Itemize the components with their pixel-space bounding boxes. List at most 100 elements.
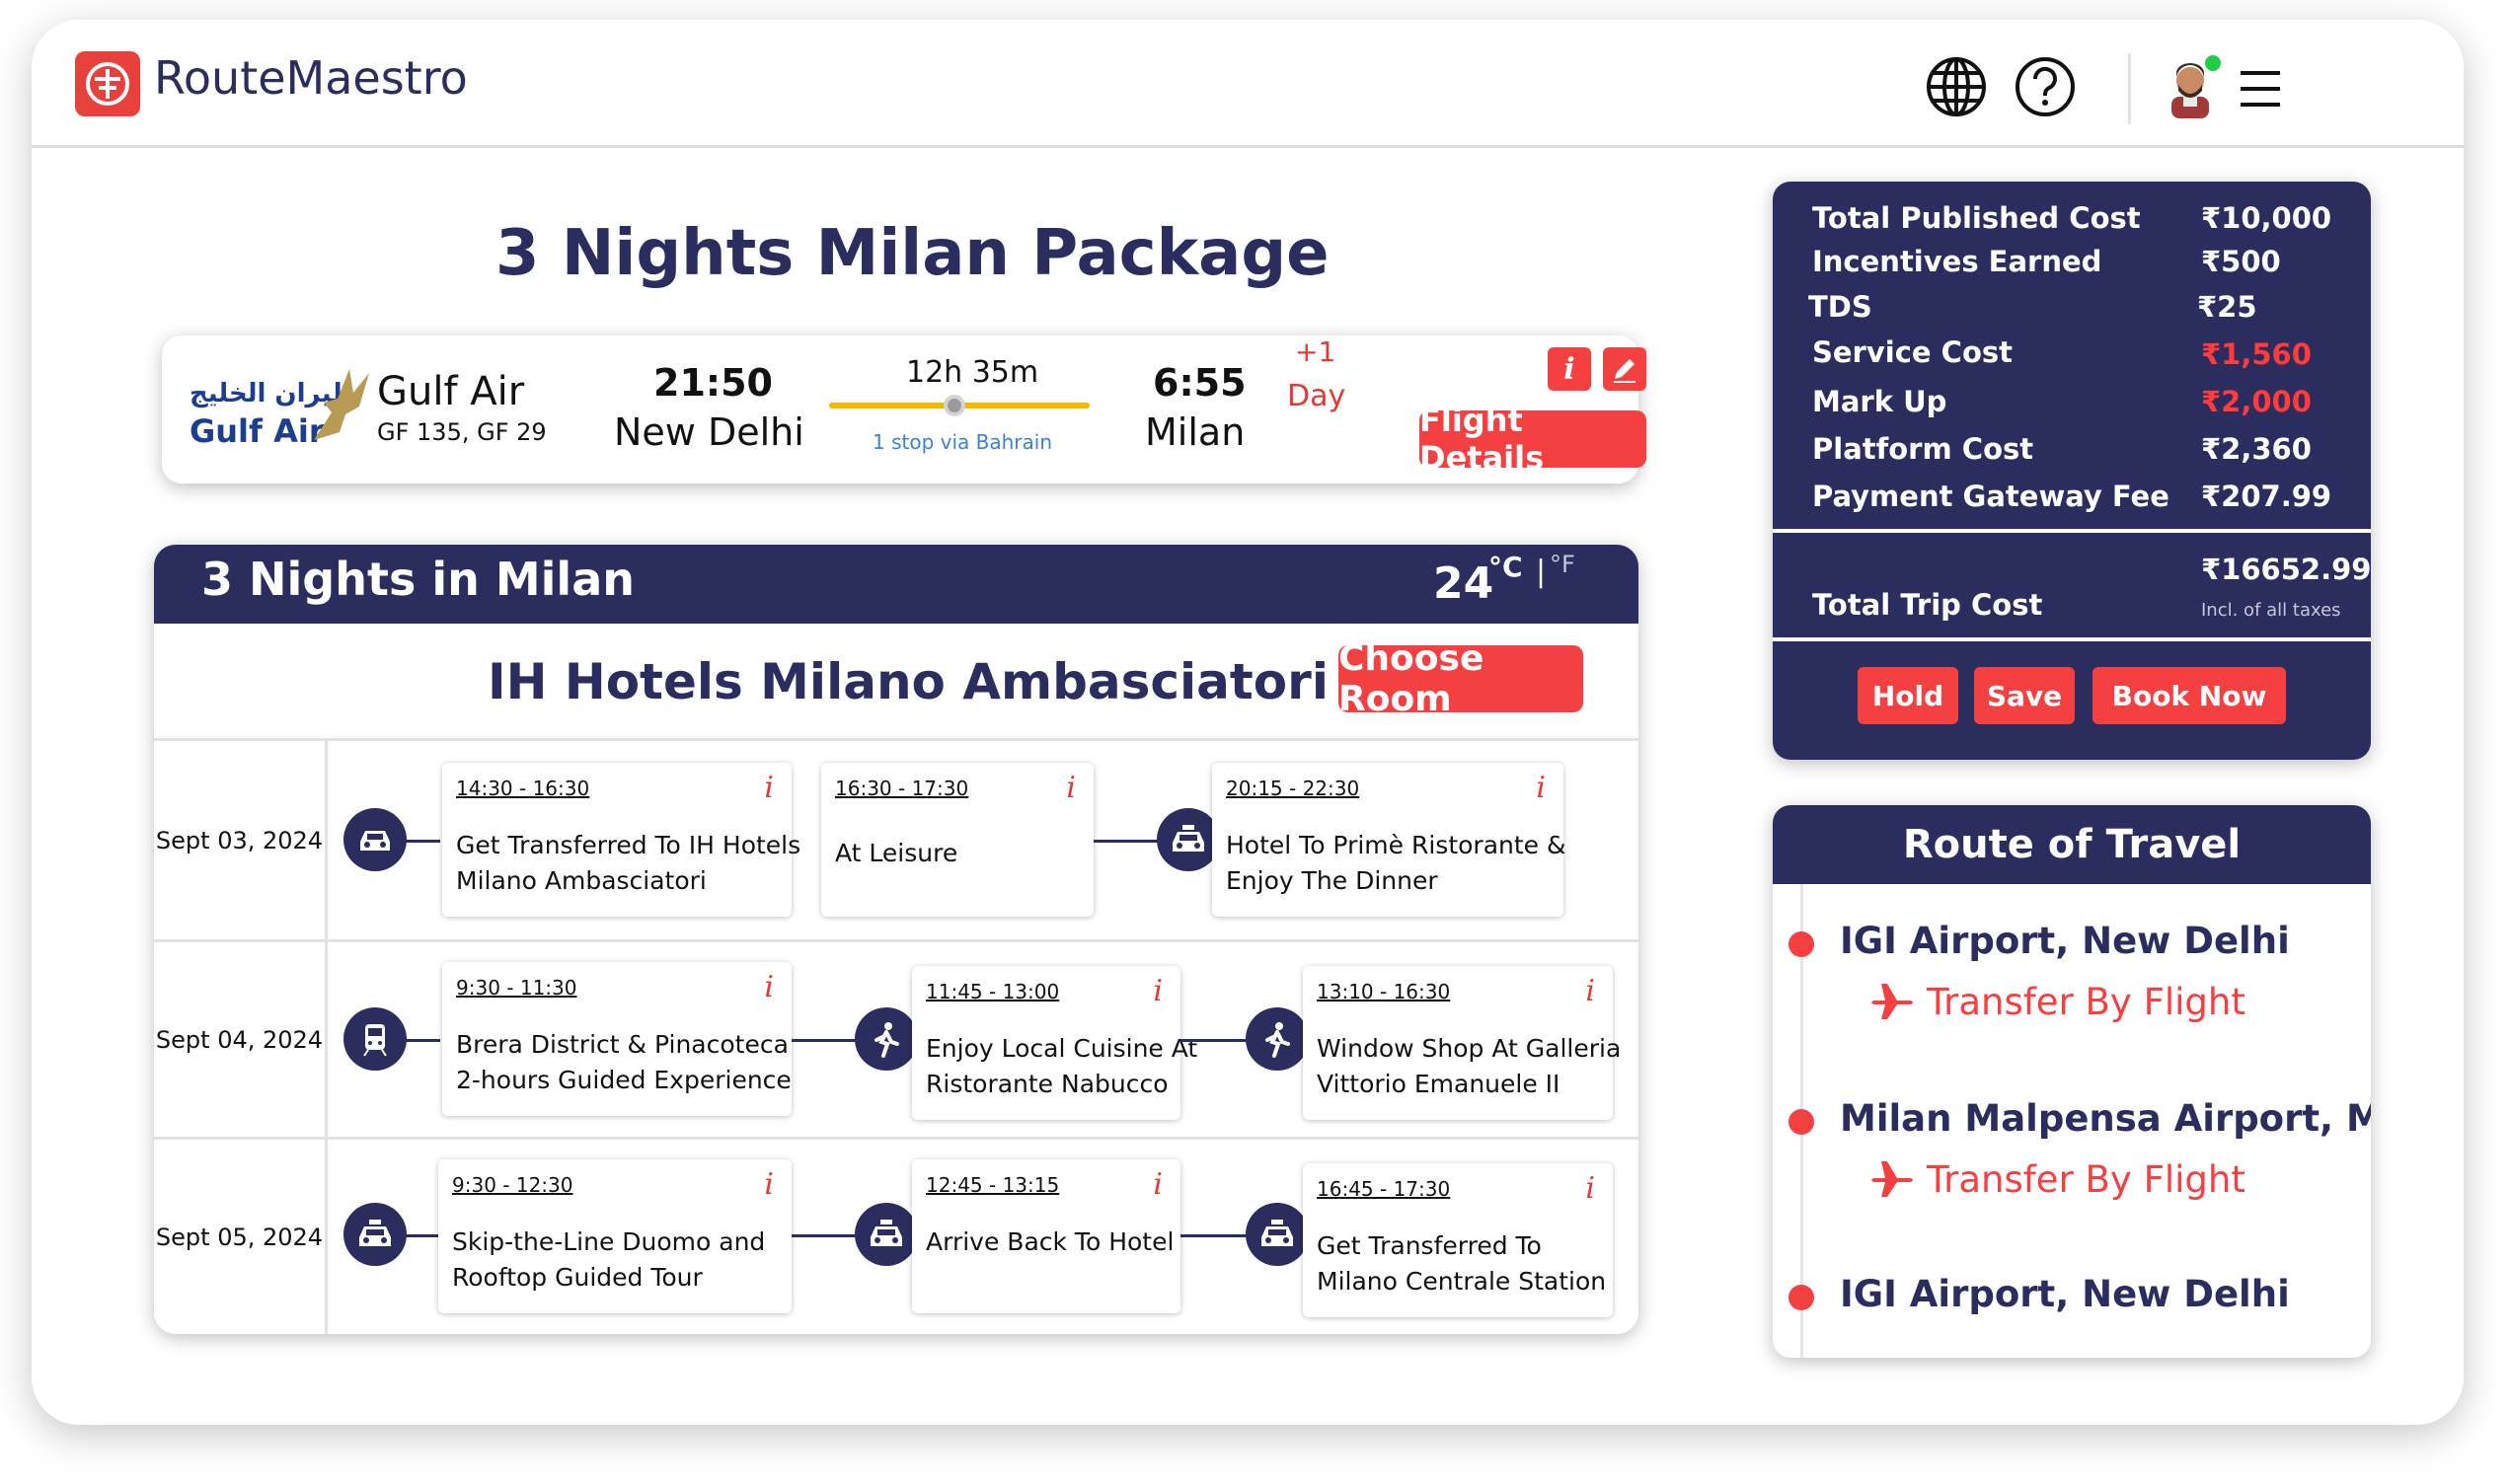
activity-info-icon[interactable]: i bbox=[1066, 771, 1076, 805]
depart-time: 21:50 bbox=[653, 361, 773, 405]
arrive-time: 6:55 bbox=[1153, 361, 1247, 405]
route-transfer-label: Transfer By Flight bbox=[1927, 981, 2245, 1023]
avatar[interactable] bbox=[2158, 53, 2223, 118]
activity-card[interactable]: 14:30 - 16:30 i Get Transferred To IH Ho… bbox=[442, 763, 800, 917]
cost-value: ₹2,000 bbox=[2201, 385, 2312, 418]
activity-description-line1: Arrive Back To Hotel bbox=[926, 1227, 1175, 1256]
cost-label: Platform Cost bbox=[1812, 432, 2034, 466]
route-title: Route of Travel bbox=[1902, 822, 2242, 867]
activity-card[interactable]: 9:30 - 11:30 i Brera District & Pinacote… bbox=[442, 962, 792, 1116]
routemaestro-logo-icon[interactable] bbox=[75, 51, 140, 116]
activity-description-line1: Enjoy Local Cuisine At bbox=[926, 1034, 1198, 1063]
edit-flight-button[interactable] bbox=[1603, 347, 1646, 391]
save-button[interactable]: Save bbox=[1974, 667, 2075, 724]
activity-card[interactable]: 20:15 - 22:30 i Hotel To Primè Ristorant… bbox=[1212, 763, 1565, 917]
activity-description-line2: 2-hours Guided Experience bbox=[456, 1066, 792, 1094]
day-offset: +1 bbox=[1295, 335, 1336, 368]
day-date: Sept 05, 2024 bbox=[154, 1140, 328, 1334]
activity-info-icon[interactable]: i bbox=[764, 970, 774, 1004]
activity-description-line1: Get Transferred To bbox=[1317, 1231, 1542, 1260]
taxi-icon bbox=[1246, 1203, 1309, 1266]
activity-info-icon[interactable]: i bbox=[1585, 1171, 1595, 1206]
brand-name[interactable]: RouteMaestro bbox=[154, 51, 468, 105]
taxi-icon bbox=[343, 1203, 407, 1266]
cost-value: ₹207.99 bbox=[2201, 480, 2332, 513]
stay-title: 3 Nights in Milan bbox=[201, 553, 635, 606]
activity-description-line2: Milano Ambasciatori bbox=[456, 866, 707, 895]
menu-icon[interactable] bbox=[2237, 67, 2284, 111]
activity-card[interactable]: 16:30 - 17:30 i At Leisure bbox=[821, 763, 1094, 917]
activity-info-icon[interactable]: i bbox=[764, 771, 774, 805]
route-stop-name: IGI Airport, New Delhi bbox=[1840, 920, 2290, 962]
temperature-value: 24 bbox=[1433, 558, 1494, 609]
flight-details-button[interactable]: Flight Details bbox=[1419, 402, 1646, 477]
cost-label: Mark Up bbox=[1812, 385, 1947, 418]
hold-button[interactable]: Hold bbox=[1858, 667, 1958, 724]
header-divider bbox=[2128, 53, 2131, 124]
activity-card[interactable]: 12:45 - 13:15 i Arrive Back To Hotel bbox=[912, 1159, 1180, 1313]
activity-card[interactable]: 13:10 - 16:30 i Window Shop At Galleria … bbox=[1303, 966, 1621, 1120]
cost-label: Incentives Earned bbox=[1812, 245, 2102, 278]
route-header: Route of Travel bbox=[1773, 805, 2371, 884]
cost-label: Total Published Cost bbox=[1812, 201, 2141, 235]
activity-time: 9:30 - 11:30 bbox=[456, 976, 577, 1000]
route-transfer: Transfer By Flight bbox=[1871, 1158, 2245, 1201]
itinerary-day-2: Sept 04, 2024 9:30 - 11:30 i Brera Distr… bbox=[154, 939, 1638, 1137]
airline-name: Gulf Air bbox=[377, 369, 525, 414]
arrive-city: Milan bbox=[1145, 410, 1246, 454]
temperature-unit-celsius[interactable]: °C bbox=[1488, 551, 1523, 583]
help-icon[interactable] bbox=[2014, 55, 2077, 118]
top-bar: RouteMaestro bbox=[32, 20, 2464, 148]
cost-divider bbox=[1773, 529, 2371, 533]
temperature-unit-fahrenheit[interactable]: °F bbox=[1550, 551, 1575, 578]
route-stop-marker bbox=[1788, 1285, 1814, 1310]
cost-value: ₹10,000 bbox=[2201, 201, 2332, 235]
activity-time: 9:30 - 12:30 bbox=[452, 1173, 573, 1197]
activity-info-icon[interactable]: i bbox=[1153, 974, 1163, 1008]
cost-value: ₹25 bbox=[2197, 290, 2257, 324]
taxi-icon bbox=[855, 1203, 918, 1266]
depart-city: New Delhi bbox=[614, 410, 804, 454]
cost-divider bbox=[1773, 637, 2371, 641]
activity-card[interactable]: 16:45 - 17:30 i Get Transferred To Milan… bbox=[1303, 1163, 1613, 1317]
total-trip-cost-value: ₹16652.99 bbox=[2201, 553, 2372, 586]
airplane-icon bbox=[1871, 1160, 1913, 1197]
activity-time: 12:45 - 13:15 bbox=[926, 1173, 1060, 1197]
route-transfer-label: Transfer By Flight bbox=[1927, 1158, 2245, 1201]
activity-description-line1: Skip-the-Line Duomo and bbox=[452, 1227, 766, 1256]
app-window: RouteMaestro 3 Nights Milan Package طيرا… bbox=[32, 20, 2464, 1425]
cost-summary-panel: Total Published Cost ₹10,000 Incentives … bbox=[1773, 182, 2371, 760]
temperature-unit-separator: | bbox=[1536, 555, 1547, 589]
choose-room-button[interactable]: Choose Room bbox=[1338, 638, 1583, 719]
activity-description-line2: Milano Centrale Station bbox=[1317, 1267, 1607, 1296]
activity-info-icon[interactable]: i bbox=[1585, 974, 1595, 1008]
cost-label: Payment Gateway Fee bbox=[1812, 480, 2169, 513]
activity-card[interactable]: 11:45 - 13:00 i Enjoy Local Cuisine At R… bbox=[912, 966, 1197, 1120]
cost-value: ₹500 bbox=[2201, 245, 2281, 278]
globe-icon[interactable] bbox=[1925, 55, 1988, 118]
transfer-car-icon bbox=[343, 808, 407, 871]
hotel-name: IH Hotels Milano Ambasciatori bbox=[488, 653, 1329, 710]
flight-duration: 12h 35m bbox=[906, 355, 1039, 390]
route-transfer: Transfer By Flight bbox=[1871, 981, 2245, 1023]
airplane-icon bbox=[1871, 983, 1913, 1019]
stops-info: 1 stop via Bahrain bbox=[873, 430, 1053, 454]
activity-info-icon[interactable]: i bbox=[1153, 1167, 1163, 1202]
tram-icon bbox=[343, 1007, 407, 1071]
day-date: Sept 04, 2024 bbox=[154, 942, 328, 1137]
activity-info-icon[interactable]: i bbox=[764, 1167, 774, 1202]
route-stop-marker bbox=[1788, 931, 1814, 957]
activity-info-icon[interactable]: i bbox=[1536, 771, 1546, 805]
route-stop-name: Milan Malpensa Airport, Milan bbox=[1840, 1097, 2371, 1140]
walking-icon bbox=[855, 1007, 918, 1071]
flight-info-button[interactable]: i bbox=[1548, 347, 1591, 391]
day-label: Day bbox=[1287, 379, 1346, 413]
walking-icon bbox=[1246, 1007, 1309, 1071]
activity-description-line1: Window Shop At Galleria bbox=[1317, 1034, 1622, 1063]
book-now-button[interactable]: Book Now bbox=[2092, 667, 2286, 724]
activity-description-line1: Brera District & Pinacoteca bbox=[456, 1030, 789, 1059]
page-title: 3 Nights Milan Package bbox=[495, 217, 1330, 290]
activity-card[interactable]: 9:30 - 12:30 i Skip-the-Line Duomo and R… bbox=[438, 1159, 792, 1313]
activity-time: 16:45 - 17:30 bbox=[1317, 1177, 1451, 1201]
activity-description-line1: At Leisure bbox=[835, 839, 958, 867]
